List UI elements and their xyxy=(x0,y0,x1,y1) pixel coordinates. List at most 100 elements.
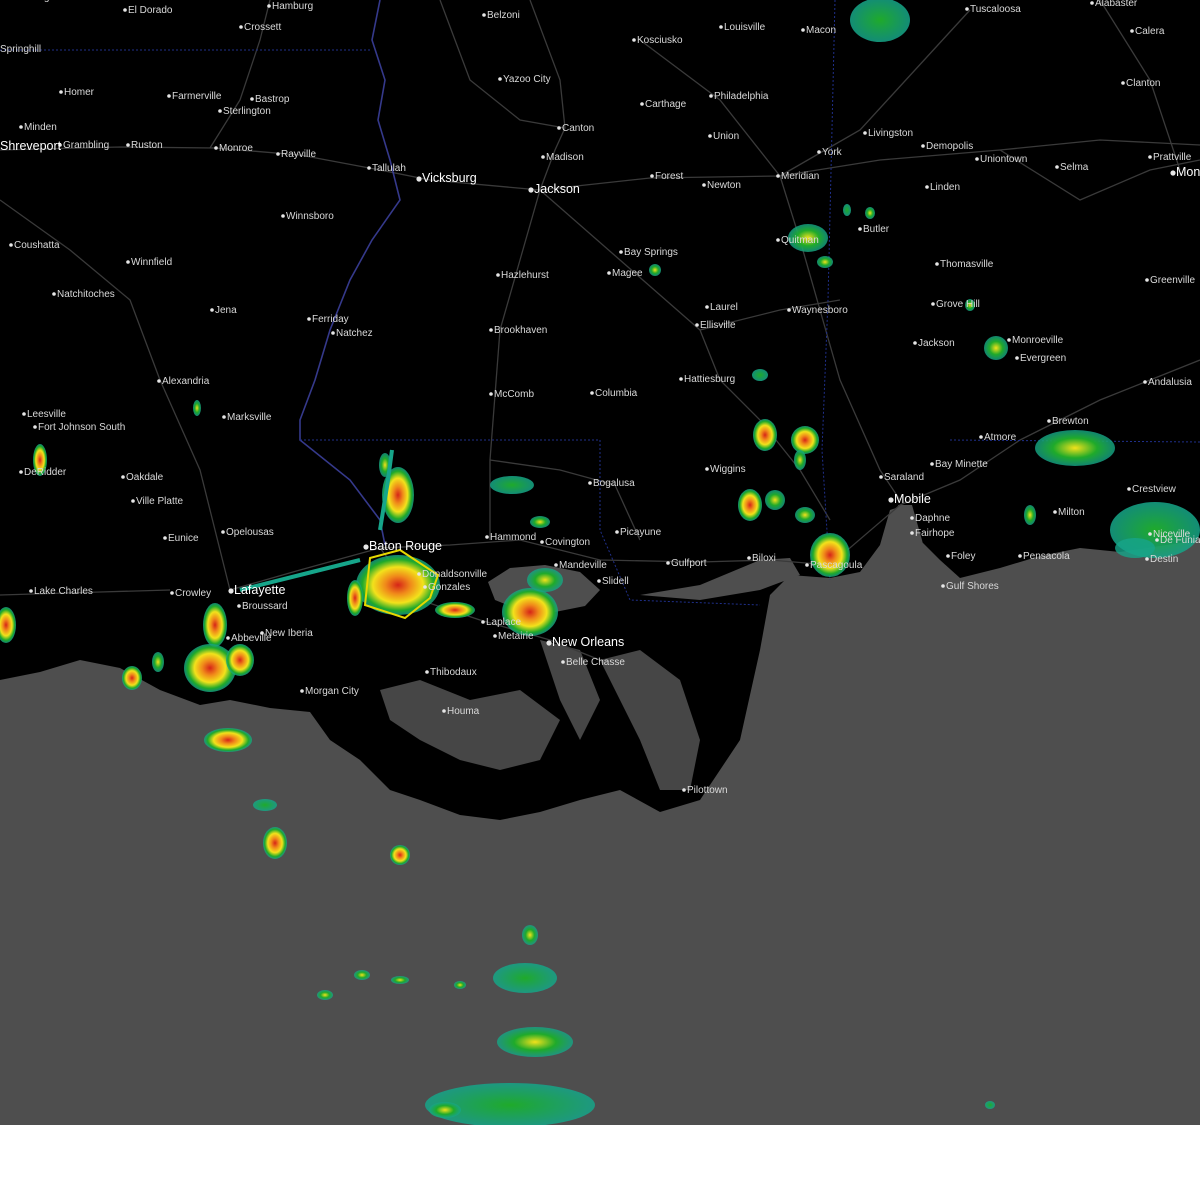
radar-cell xyxy=(502,588,558,636)
city-dot xyxy=(941,584,945,588)
radar-map[interactable]: Magnolia El Dorado Hamburg Crossett Belzoni L… xyxy=(0,0,1200,1125)
city-dot xyxy=(123,8,127,12)
city-name: Natchitoches xyxy=(57,289,115,300)
city-name: Thibodaux xyxy=(430,667,477,678)
city-name: Minden xyxy=(24,122,57,133)
city-name: McComb xyxy=(494,389,534,400)
city-label: Tallulah xyxy=(367,163,406,174)
city-dot xyxy=(863,131,867,135)
city-label: Covington xyxy=(540,537,590,548)
city-dot xyxy=(705,467,709,471)
city-dot xyxy=(1047,419,1051,423)
city-dot xyxy=(640,102,644,106)
radar-cell xyxy=(493,963,557,993)
city-label: Butler xyxy=(858,224,890,235)
city-dot xyxy=(9,243,13,247)
city-label: Lake Charles xyxy=(29,586,93,597)
city-name: DeRidder xyxy=(24,467,67,478)
city-label: Prattville xyxy=(1148,152,1192,163)
city-label: Philadelphia xyxy=(709,91,769,102)
map-stage: Magnolia El Dorado Hamburg Crossett Belzoni L… xyxy=(0,0,1200,1200)
city-label: Calera xyxy=(1130,26,1165,37)
radar-cell xyxy=(1115,538,1155,558)
city-label: Grambling xyxy=(58,140,109,151)
city-label: Quitman xyxy=(776,235,819,246)
city-dot xyxy=(1130,29,1134,33)
city-label: Homer xyxy=(59,87,95,98)
city-dot xyxy=(59,90,63,94)
radar-cell xyxy=(263,827,287,859)
city-name: Bay Minette xyxy=(935,459,988,470)
city-name: Alabaster xyxy=(1095,0,1138,9)
radar-cell xyxy=(1035,430,1115,466)
city-label: Minden xyxy=(19,122,57,133)
city-label: Bay Minette xyxy=(930,459,988,470)
city-dot xyxy=(695,323,699,327)
city-label: McComb xyxy=(489,389,534,400)
city-label: Hamburg xyxy=(267,1,313,12)
city-name: Belzoni xyxy=(487,10,520,21)
city-label: Crowley xyxy=(170,588,211,599)
city-name: Tallulah xyxy=(372,163,406,174)
radar-cell xyxy=(204,728,252,752)
city-label: Clanton xyxy=(1121,78,1160,89)
city-label: Marksville xyxy=(222,412,272,423)
city-name: De Funiak xyxy=(1160,535,1200,546)
city-dot xyxy=(300,689,304,693)
city-label: Baton Rouge xyxy=(363,539,442,553)
city-label: Tuscaloosa xyxy=(965,4,1021,15)
city-label: Kosciusko xyxy=(632,35,683,46)
city-label: Mandeville xyxy=(554,560,607,571)
city-label: Belzoni xyxy=(482,10,520,21)
city-label: Mobile xyxy=(888,492,931,506)
city-label: Gulfport xyxy=(666,558,707,569)
city-dot xyxy=(367,166,371,170)
city-name: Butler xyxy=(863,224,890,235)
city-dot xyxy=(1127,487,1131,491)
city-name: Canton xyxy=(562,123,594,134)
city-dot xyxy=(682,788,686,792)
city-name: Macon xyxy=(806,25,836,36)
radar-cell xyxy=(794,450,806,470)
city-dot xyxy=(363,544,369,550)
city-dot xyxy=(1090,1,1094,5)
city-label: Shreveport xyxy=(0,139,62,153)
city-label: Linden xyxy=(925,182,960,193)
radar-cell xyxy=(122,666,142,690)
city-dot xyxy=(776,174,780,178)
city-label: Milton xyxy=(1053,507,1085,518)
radar-cell xyxy=(497,1027,573,1057)
city-name: Demopolis xyxy=(926,141,973,152)
city-dot xyxy=(709,94,713,98)
city-dot xyxy=(482,13,486,17)
city-dot xyxy=(528,187,534,193)
city-dot xyxy=(1053,510,1057,514)
city-dot xyxy=(650,174,654,178)
city-label: Leesville xyxy=(22,409,66,420)
city-label: Ellisville xyxy=(695,320,736,331)
city-dot xyxy=(281,214,285,218)
radar-cell xyxy=(226,644,254,676)
city-dot xyxy=(588,481,592,485)
city-label: Laplace xyxy=(481,617,521,628)
radar-cell xyxy=(152,652,164,672)
city-name: Evergreen xyxy=(1020,353,1066,364)
city-name: Farmerville xyxy=(172,91,222,102)
city-name: Ellisville xyxy=(700,320,736,331)
city-label: Slidell xyxy=(597,576,629,587)
city-name: Hazlehurst xyxy=(501,270,549,281)
city-dot xyxy=(590,391,594,395)
city-name: Daphne xyxy=(915,513,950,524)
city-label: Waynesboro xyxy=(787,305,848,316)
radar-cell xyxy=(429,1102,461,1118)
radar-cell xyxy=(753,419,777,451)
radar-cell xyxy=(530,516,550,528)
city-label: Oakdale xyxy=(121,472,164,483)
city-dot xyxy=(666,561,670,565)
city-label: Thibodaux xyxy=(425,667,477,678)
city-name: Donaldsonville xyxy=(422,569,487,580)
city-dot xyxy=(557,126,561,130)
city-name: Jackson xyxy=(534,182,580,196)
radar-cell xyxy=(454,981,466,989)
city-label: DeRidder xyxy=(19,467,67,478)
